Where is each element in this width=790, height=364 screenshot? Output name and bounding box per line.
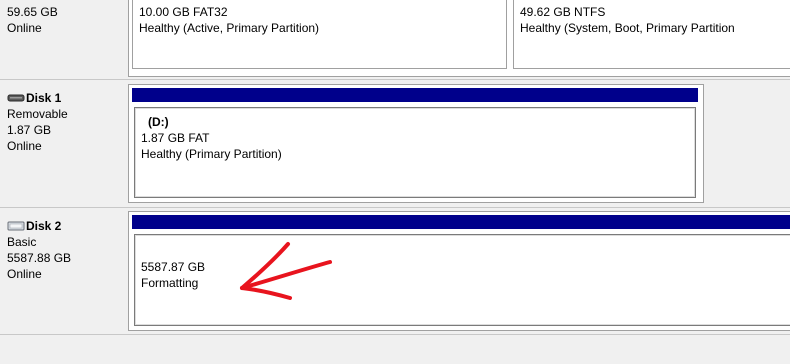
disk1-partition-size: 1.87 GB FAT — [141, 131, 210, 145]
disk2-size: 5587.88 GB — [7, 251, 72, 265]
row-separator — [0, 334, 790, 335]
disk0-status: Online — [7, 21, 42, 35]
disk1-partitions-panel: (D:) 1.87 GB FAT Healthy (Primary Partit… — [128, 84, 704, 203]
disk2-title: Disk 2 — [7, 218, 125, 234]
disk2-partition-bar — [132, 215, 790, 229]
disk0-partitions-panel: 10.00 GB FAT32 Healthy (Active, Primary … — [128, 0, 790, 77]
disk1-partition-d[interactable]: (D:) 1.87 GB FAT Healthy (Primary Partit… — [134, 107, 696, 198]
disk2-type: Basic — [7, 235, 37, 249]
disk1-size: 1.87 GB — [7, 123, 52, 137]
disk1-partition-bar — [132, 88, 698, 102]
disk0-partition-2-size: 49.62 GB NTFS — [520, 5, 606, 19]
disk1-title: Disk 1 — [7, 90, 125, 106]
disk2-name: Disk 2 — [26, 219, 62, 233]
disk1-partition-health: Healthy (Primary Partition) — [141, 147, 282, 161]
hard-drive-icon — [7, 221, 25, 231]
disk2-partitions-panel: 5587.87 GB Formatting — [128, 211, 790, 331]
disk0-partition-1-health: Healthy (Active, Primary Partition) — [139, 21, 320, 35]
disk0-partition-1[interactable]: 10.00 GB FAT32 Healthy (Active, Primary … — [132, 0, 507, 69]
disk2-status: Online — [7, 267, 42, 281]
row-separator — [0, 207, 790, 208]
disk2-info[interactable]: Disk 2 Basic 5587.88 GB Online — [7, 218, 125, 282]
disk0-partition-1-size: 10.00 GB FAT32 — [139, 5, 228, 19]
disk1-name: Disk 1 — [26, 91, 62, 105]
disk1-status: Online — [7, 139, 42, 153]
disk0-partition-2[interactable]: 49.62 GB NTFS Healthy (System, Boot, Pri… — [513, 0, 790, 69]
disk1-type: Removable — [7, 107, 68, 121]
removable-drive-icon — [7, 94, 25, 102]
row-separator — [0, 79, 790, 80]
disk0-size: 59.65 GB — [7, 5, 58, 19]
disk0-partition-2-health: Healthy (System, Boot, Primary Partition — [520, 21, 735, 35]
red-arrow-annotation — [240, 242, 332, 300]
disk1-info[interactable]: Disk 1 Removable 1.87 GB Online — [7, 90, 125, 154]
disk0-info[interactable]: 59.65 GB Online — [7, 4, 125, 36]
disk1-partition-label: (D:) — [148, 115, 169, 129]
